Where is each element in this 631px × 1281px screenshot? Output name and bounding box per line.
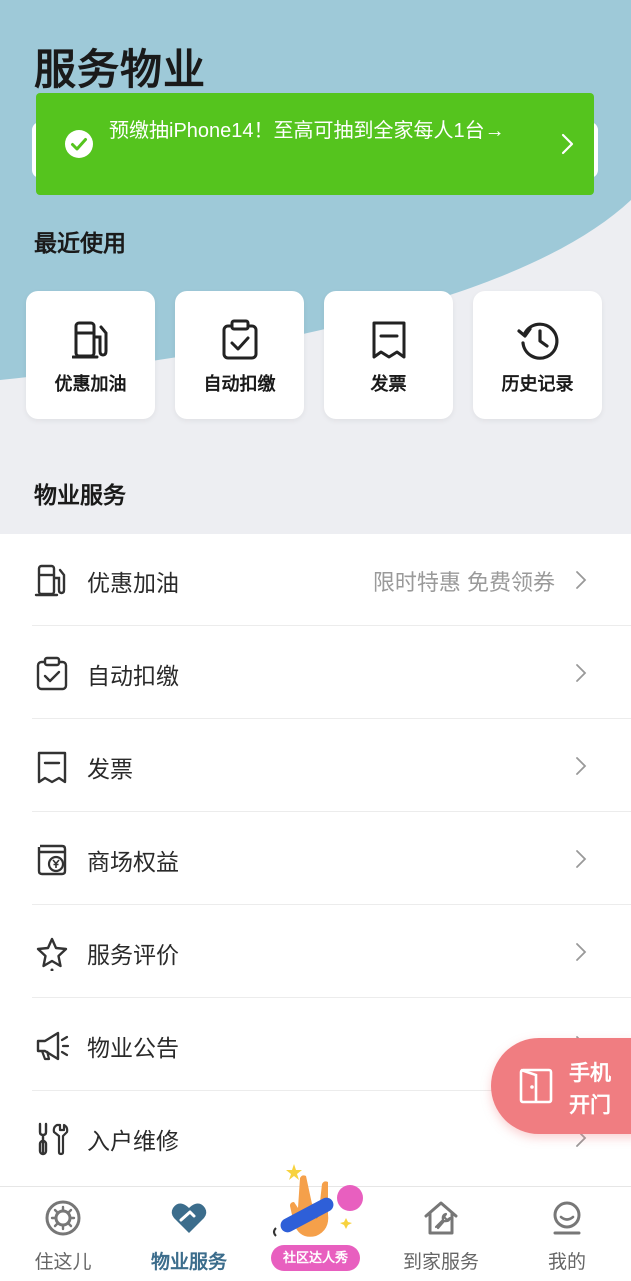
recent-item-label: 优惠加油	[54, 374, 127, 394]
receipt-icon	[372, 321, 406, 359]
door-icon	[519, 1068, 553, 1104]
recent-item-invoice[interactable]: 发票	[324, 291, 453, 419]
tab-label: 物业服务	[150, 1252, 227, 1273]
tab-home[interactable]: 住这儿	[0, 1187, 126, 1281]
page-title: 服务物业	[34, 46, 207, 93]
wallet-yuan-icon	[37, 844, 67, 876]
tab-label: 到家服务	[402, 1252, 479, 1273]
star-rating-icon	[36, 937, 68, 971]
service-row-label: 服务评价	[87, 942, 179, 968]
door-button-label: 手机开门	[569, 1062, 611, 1117]
gas-pump-icon	[72, 321, 108, 359]
gas-pump-icon	[34, 564, 66, 597]
recent-item-history[interactable]: 历史记录	[473, 291, 602, 419]
service-row-label: 优惠加油	[87, 570, 179, 596]
service-row-label: 物业公告	[87, 1035, 179, 1061]
community-show-badge[interactable]: 社区达人秀	[271, 1245, 360, 1271]
tab-profile[interactable]: 我的	[504, 1187, 630, 1281]
service-row-rating[interactable]: 服务评价	[32, 906, 631, 998]
chevron-right-icon	[576, 850, 587, 868]
recent-item-label: 历史记录	[501, 374, 574, 394]
receipt-icon	[37, 751, 67, 784]
promo-toast-text: 预缴抽iPhone14！至高可抽到全家每人1台→	[109, 120, 505, 142]
home-wrench-icon	[424, 1201, 458, 1235]
recent-item-label: 发票	[370, 374, 407, 394]
tab-home-service[interactable]: 到家服务	[378, 1187, 504, 1281]
recent-item-autopay[interactable]: 自动扣缴	[175, 291, 304, 419]
tab-label: 我的	[547, 1252, 586, 1273]
service-row-gas[interactable]: 优惠加油 限时特惠 免费领券	[32, 534, 631, 626]
service-row-autopay[interactable]: 自动扣缴	[32, 627, 631, 719]
phone-open-door-button[interactable]: 手机开门	[491, 1038, 631, 1134]
clipboard-check-icon	[222, 319, 258, 360]
profile-icon	[553, 1201, 581, 1235]
megaphone-icon	[36, 1031, 70, 1061]
tab-label: 住这儿	[34, 1252, 92, 1273]
chevron-right-icon[interactable]	[560, 133, 574, 155]
service-row-label: 自动扣缴	[87, 663, 179, 689]
community-icon	[45, 1200, 81, 1236]
history-icon	[517, 322, 559, 360]
chevron-right-icon	[576, 571, 587, 589]
rock-hand-icon[interactable]	[268, 1158, 368, 1248]
repair-tools-icon	[38, 1122, 69, 1156]
service-row-mall[interactable]: 商场权益	[32, 813, 631, 905]
check-circle-icon	[65, 130, 93, 158]
recent-item-gas[interactable]: 优惠加油	[26, 291, 155, 419]
service-row-subtitle: 限时特惠 免费领券	[372, 570, 555, 595]
service-row-label: 商场权益	[87, 849, 179, 875]
recent-item-label: 自动扣缴	[203, 374, 276, 394]
tab-property-service[interactable]: 物业服务	[126, 1187, 252, 1281]
service-row-label: 发票	[87, 756, 133, 782]
promo-toast[interactable]: 预缴抽iPhone14！至高可抽到全家每人1台→	[36, 93, 594, 195]
chevron-right-icon	[576, 943, 587, 961]
chevron-right-icon	[576, 664, 587, 682]
clipboard-check-icon	[36, 656, 68, 691]
heart-handshake-icon	[171, 1203, 207, 1233]
service-row-invoice[interactable]: 发票	[32, 720, 631, 812]
services-section-title: 物业服务	[34, 482, 126, 508]
service-row-label: 入户维修	[87, 1128, 179, 1154]
recent-section-title: 最近使用	[34, 230, 126, 256]
chevron-right-icon	[576, 757, 587, 775]
